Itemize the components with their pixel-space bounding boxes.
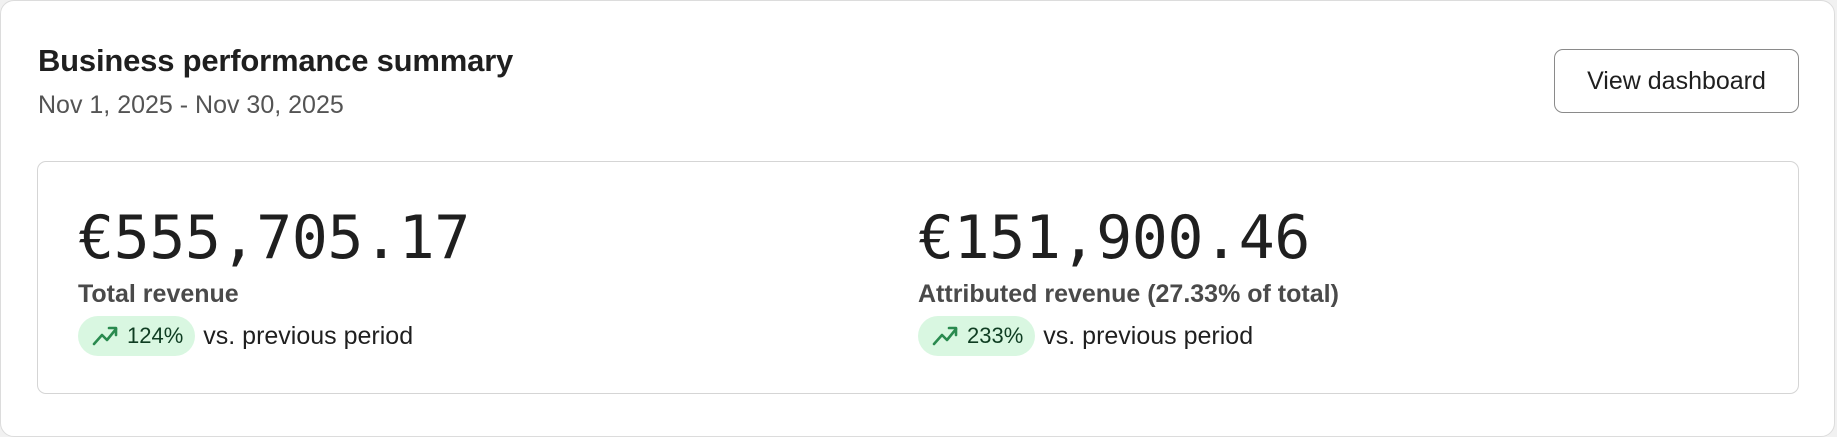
trending-up-icon — [930, 321, 960, 351]
change-comparison-text: vs. previous period — [203, 321, 414, 350]
change-comparison-text: vs. previous period — [1043, 321, 1254, 350]
metrics-panel: €555,705.17 Total revenue 124% vs. previ… — [37, 161, 1799, 394]
date-range: Nov 1, 2025 - Nov 30, 2025 — [38, 91, 344, 119]
metric-change: 124% vs. previous period — [78, 316, 413, 356]
change-percent: 233% — [967, 323, 1024, 348]
summary-title: Business performance summary — [38, 43, 514, 78]
view-dashboard-button[interactable]: View dashboard — [1554, 49, 1799, 113]
change-percent: 124% — [127, 323, 184, 348]
metric-value: €555,705.17 — [78, 203, 470, 273]
metric-value: €151,900.46 — [918, 203, 1310, 273]
change-badge: 124% — [78, 316, 196, 356]
metric-label: Attributed revenue (27.33% of total) — [918, 280, 1339, 308]
trending-up-icon — [90, 321, 120, 351]
metric-label: Total revenue — [78, 280, 239, 308]
change-badge: 233% — [918, 316, 1036, 356]
performance-summary-card: Business performance summary Nov 1, 2025… — [0, 0, 1835, 437]
metric-change: 233% vs. previous period — [918, 316, 1253, 356]
